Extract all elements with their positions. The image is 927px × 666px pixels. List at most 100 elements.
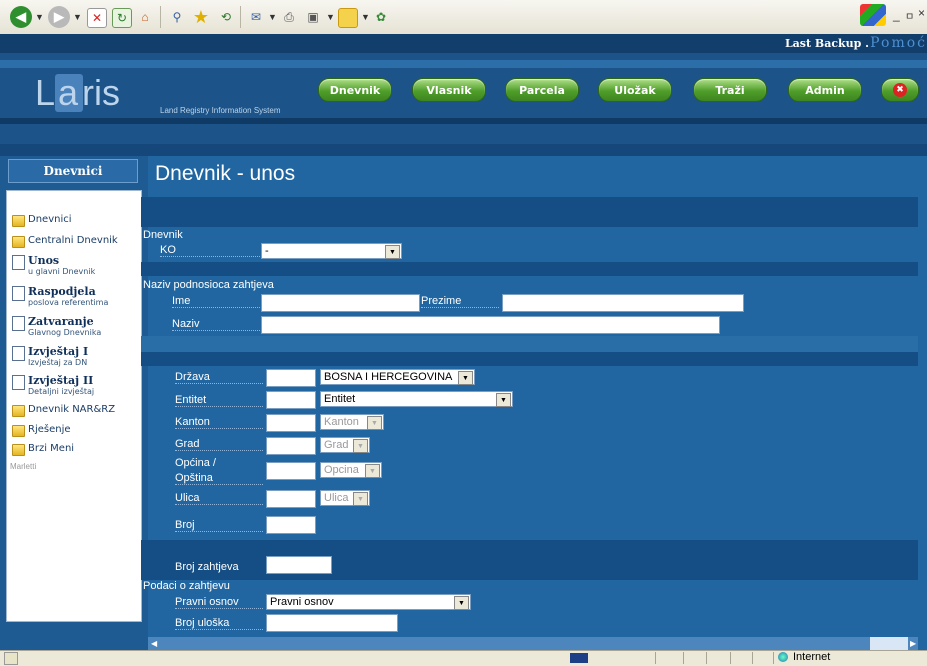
sidebar-item-rjesenje[interactable]: Rješenje bbox=[12, 424, 71, 437]
mail-dropdown-icon[interactable]: ▼ bbox=[268, 12, 277, 22]
section-dnevnik-label: Dnevnik bbox=[143, 229, 183, 241]
opcina-label-line1: Općina / bbox=[175, 457, 216, 469]
forward-dropdown-icon[interactable]: ▼ bbox=[73, 12, 82, 22]
ko-label: KO bbox=[160, 244, 260, 257]
entitet-select[interactable]: Entitet ▼ bbox=[320, 391, 513, 407]
sidebar-item-sublabel: Glavnog Dnevnika bbox=[28, 328, 102, 337]
help-link[interactable]: Pomoć bbox=[870, 35, 927, 51]
header-band bbox=[0, 60, 927, 68]
scroll-right-icon[interactable]: ▶ bbox=[910, 639, 916, 648]
ko-select-value: - bbox=[265, 245, 269, 257]
sidebar-item-dnevnik-nar-rz[interactable]: Dnevnik NAR&RZ bbox=[12, 404, 115, 417]
sidebar-item-label: Izvještaj II bbox=[28, 374, 94, 387]
sidebar-item-raspodjela[interactable]: Raspodjela poslova referentima bbox=[12, 285, 108, 307]
entitet-select-value: Entitet bbox=[324, 393, 356, 405]
sidebar-item-sublabel: Izvještaj za DN bbox=[28, 358, 88, 367]
favorites-icon[interactable]: ★ bbox=[192, 7, 210, 27]
sidebar-item-centralni-dnevnik[interactable]: Centralni Dnevnik bbox=[12, 235, 118, 248]
document-icon bbox=[12, 255, 25, 270]
broj-zahtjeva-input[interactable] bbox=[266, 556, 332, 574]
stop-icon[interactable]: ✕ bbox=[87, 8, 107, 28]
logout-button[interactable]: ✖ bbox=[881, 78, 919, 102]
broj-uloska-input[interactable] bbox=[266, 614, 398, 632]
back-dropdown-icon[interactable]: ▼ bbox=[35, 12, 44, 22]
grad-label: Grad bbox=[175, 438, 263, 451]
grad-select[interactable]: Grad ▼ bbox=[320, 437, 370, 453]
naziv-label: Naziv bbox=[172, 318, 260, 331]
section-band bbox=[141, 336, 918, 352]
minimize-icon[interactable]: _ bbox=[893, 8, 900, 22]
logo-text: ris bbox=[82, 72, 120, 113]
sidebar-item-label: Centralni Dnevnik bbox=[28, 235, 118, 246]
close-window-icon[interactable]: × bbox=[918, 6, 925, 20]
grad-code-input[interactable] bbox=[266, 437, 316, 455]
document-icon bbox=[12, 286, 25, 301]
close-icon: ✖ bbox=[893, 83, 907, 97]
nav-vlasnik-button[interactable]: Vlasnik bbox=[412, 78, 486, 102]
folder-dropdown-icon[interactable]: ▼ bbox=[361, 12, 370, 22]
mail-icon[interactable]: ✉ bbox=[247, 8, 265, 26]
opcina-select[interactable]: Opcina ▼ bbox=[320, 462, 382, 478]
sidebar-item-sublabel: Detaljni izvještaj bbox=[28, 387, 95, 396]
status-divider bbox=[752, 652, 753, 664]
vertical-scrollbar[interactable] bbox=[918, 156, 927, 650]
section-band bbox=[141, 262, 918, 276]
chevron-down-icon: ▼ bbox=[353, 492, 368, 506]
naziv-input[interactable] bbox=[261, 316, 720, 334]
nav-dnevnik-button[interactable]: Dnevnik bbox=[318, 78, 392, 102]
nav-ulozak-button[interactable]: Uložak bbox=[598, 78, 672, 102]
sidebar-item-dnevnici[interactable]: Dnevnici bbox=[12, 214, 72, 227]
entitet-label: Entitet bbox=[175, 394, 263, 407]
sidebar-item-brzi-meni[interactable]: Brzi Meni bbox=[12, 443, 74, 456]
pravni-osnov-select[interactable]: Pravni osnov ▼ bbox=[266, 594, 471, 610]
ulica-select[interactable]: Ulica ▼ bbox=[320, 490, 370, 506]
internet-zone-icon bbox=[778, 652, 788, 662]
scroll-left-icon[interactable]: ◀ bbox=[151, 639, 157, 648]
folder-icon[interactable] bbox=[338, 8, 358, 28]
print-icon[interactable]: ⎙ bbox=[280, 8, 298, 26]
sidebar-item-izvjestaj-i[interactable]: Izvještaj I Izvještaj za DN bbox=[12, 345, 88, 367]
kanton-select[interactable]: Kanton ▼ bbox=[320, 414, 384, 430]
sidebar-item-zatvaranje[interactable]: Zatvaranje Glavnog Dnevnika bbox=[12, 315, 101, 337]
status-divider bbox=[683, 652, 684, 664]
sidebar-item-izvjestaj-ii[interactable]: Izvještaj II Detaljni izvještaj bbox=[12, 374, 94, 396]
prezime-input[interactable] bbox=[502, 294, 744, 312]
messenger-icon[interactable]: ✿ bbox=[372, 8, 390, 26]
broj-uloska-label: Broj uloška bbox=[175, 617, 263, 630]
home-icon[interactable]: ⌂ bbox=[136, 8, 154, 26]
nav-admin-button[interactable]: Admin bbox=[788, 78, 862, 102]
section-podnosilac-label: Naziv podnosioca zahtjeva bbox=[143, 279, 274, 291]
ime-input[interactable] bbox=[261, 294, 420, 312]
refresh-icon[interactable]: ↻ bbox=[112, 8, 132, 28]
sidebar-item-unos[interactable]: Unos u glavni Dnevnik bbox=[12, 254, 95, 276]
maximize-icon[interactable]: ㅁ bbox=[905, 8, 914, 23]
ulica-select-value: Ulica bbox=[324, 492, 349, 504]
broj-input[interactable] bbox=[266, 516, 316, 534]
scrollbar-thumb[interactable] bbox=[870, 637, 908, 650]
nav-trazi-button[interactable]: Traži bbox=[693, 78, 767, 102]
folder-icon bbox=[12, 425, 25, 437]
forward-icon[interactable]: ▶ bbox=[48, 6, 70, 28]
ko-select[interactable]: - ▼ bbox=[261, 243, 402, 259]
section-podaci-label: Podaci o zahtjevu bbox=[143, 580, 230, 592]
opcina-code-input[interactable] bbox=[266, 462, 316, 480]
sidebar-item-sublabel: u glavni Dnevnik bbox=[28, 267, 96, 276]
entitet-code-input[interactable] bbox=[266, 391, 316, 409]
drzava-select[interactable]: BOSNA I HERCEGOVINA ▼ bbox=[320, 369, 475, 385]
kanton-code-input[interactable] bbox=[266, 414, 316, 432]
ulica-code-input[interactable] bbox=[266, 490, 316, 508]
chevron-down-icon: ▼ bbox=[367, 416, 382, 430]
horizontal-scrollbar[interactable] bbox=[148, 637, 918, 650]
drzava-code-input[interactable] bbox=[266, 369, 316, 387]
back-icon[interactable]: ◀ bbox=[10, 6, 32, 28]
page-title: Dnevnik - unos bbox=[155, 162, 296, 185]
search-icon[interactable]: ⚲ bbox=[168, 8, 186, 26]
sidebar-item-label: Zatvaranje bbox=[28, 315, 94, 328]
sidebar-item-label: Izvještaj I bbox=[28, 345, 89, 358]
edit-dropdown-icon[interactable]: ▼ bbox=[326, 12, 335, 22]
nav-parcela-button[interactable]: Parcela bbox=[505, 78, 579, 102]
sidebar-title[interactable]: Dnevnici bbox=[8, 159, 138, 183]
folder-icon bbox=[12, 444, 25, 456]
edit-icon[interactable]: ▣ bbox=[304, 8, 322, 26]
history-icon[interactable]: ⟲ bbox=[217, 8, 235, 26]
